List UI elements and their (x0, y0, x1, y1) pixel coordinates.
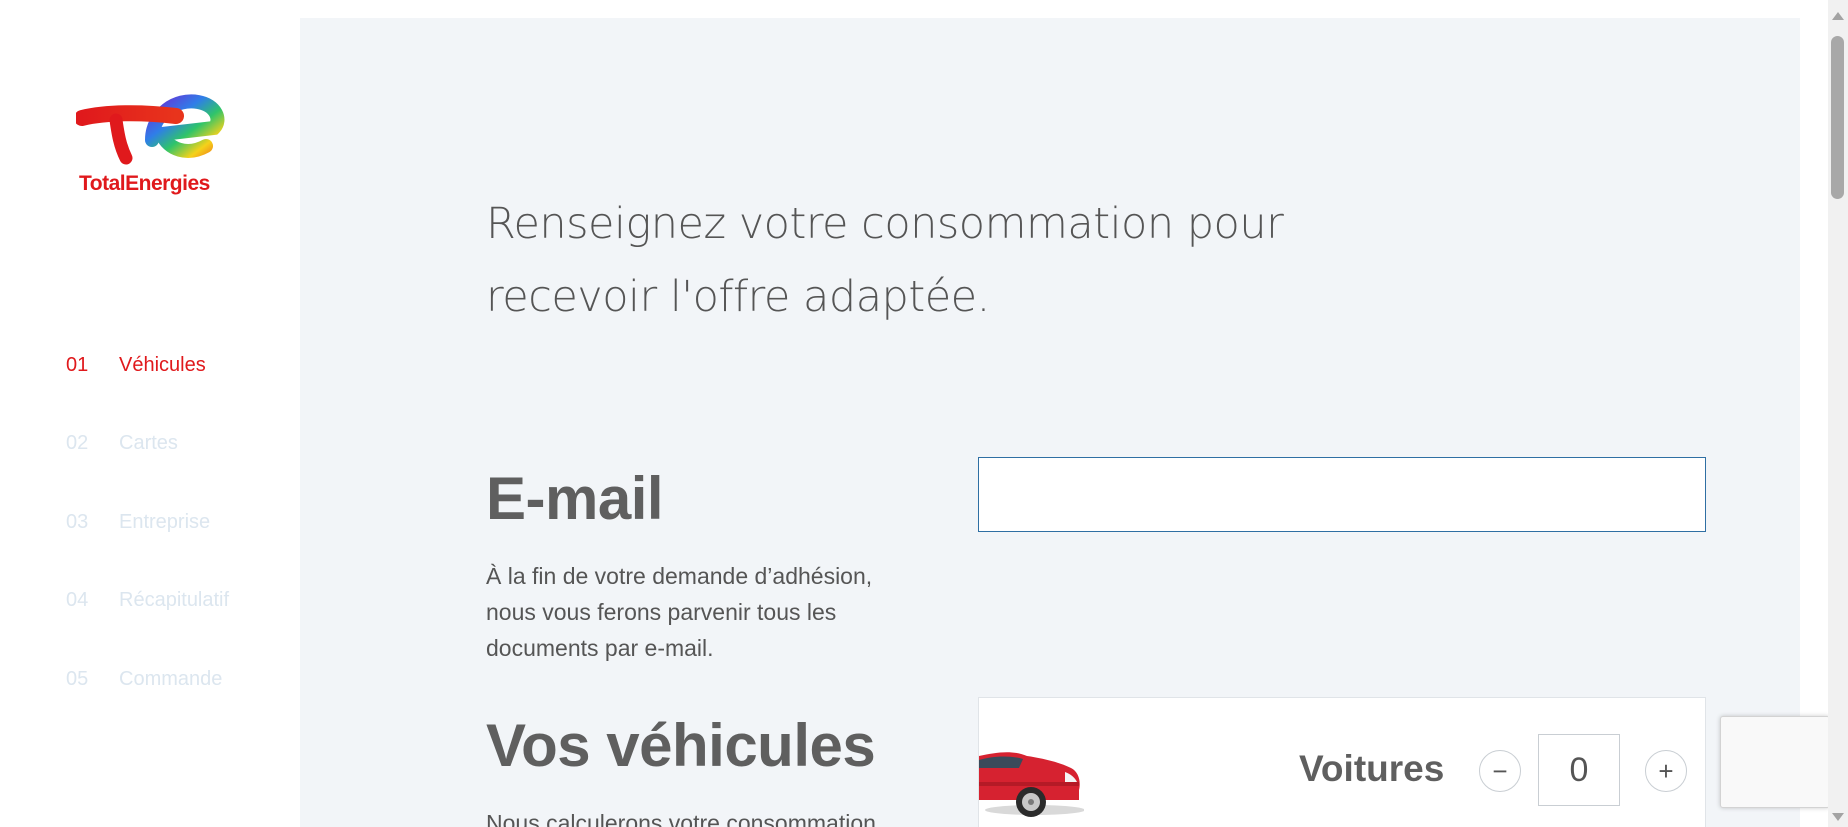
sidebar: TotalEnergies 01 Véhicules 02 Cartes 03 … (0, 0, 300, 827)
step-label: Récapitulatif (119, 588, 230, 611)
decrement-button[interactable]: − (1479, 750, 1521, 792)
plus-icon: + (1658, 755, 1674, 786)
email-field[interactable] (978, 457, 1706, 532)
quantity-stepper[interactable]: 0 (1538, 734, 1620, 806)
vehicles-section-title: Vos véhicules (486, 712, 876, 779)
step-entreprise[interactable]: 03 Entreprise (66, 507, 210, 537)
step-label: Entreprise (119, 510, 211, 533)
vertical-scrollbar[interactable] (1828, 0, 1848, 827)
headline-line-2: recevoir l'offre adaptée. (486, 272, 990, 322)
headline-line-1: Renseignez votre consommation pour (486, 199, 1284, 249)
scroll-up-icon[interactable] (1832, 12, 1844, 20)
scroll-down-icon[interactable] (1832, 813, 1844, 821)
email-section-description: À la fin de votre demande d’adhésion, no… (486, 563, 873, 661)
logo-mark-icon (76, 94, 225, 165)
step-number: 05 (66, 667, 89, 690)
step-label: Véhicules (119, 353, 206, 376)
step-label: Commande (119, 667, 223, 690)
minus-icon: − (1492, 755, 1508, 786)
step-number: 02 (66, 431, 89, 454)
step-label: Cartes (119, 431, 178, 454)
quantity-value: 0 (1569, 750, 1589, 789)
page-headline: Renseignez votre consommation pour recev… (486, 188, 1346, 334)
step-number: 04 (66, 588, 89, 611)
step-cartes[interactable]: 02 Cartes (66, 428, 178, 458)
vehicle-label: Voitures (1299, 748, 1445, 789)
email-section-title: E-mail (486, 465, 664, 532)
totalenergies-logo[interactable]: TotalEnergies (76, 90, 226, 200)
vehicles-section-description: Nous calculerons votre consommation (486, 810, 876, 827)
step-recapitulatif[interactable]: 04 Récapitulatif (66, 585, 229, 615)
step-number: 03 (66, 510, 89, 533)
logo-text: TotalEnergies (79, 172, 210, 195)
recaptcha-badge[interactable] (1720, 716, 1830, 808)
scroll-thumb[interactable] (1831, 36, 1844, 199)
step-commande[interactable]: 05 Commande (66, 664, 222, 694)
step-number: 01 (66, 353, 89, 376)
increment-button[interactable]: + (1645, 750, 1687, 792)
app-root: TotalEnergies 01 Véhicules 02 Cartes 03 … (0, 0, 1848, 827)
car-icon (979, 752, 1084, 817)
vehicle-card-voitures: Voitures − 0 + (978, 697, 1706, 827)
step-vehicules[interactable]: 01 Véhicules (66, 350, 206, 380)
main-content: Renseignez votre consommation pour recev… (300, 18, 1800, 827)
